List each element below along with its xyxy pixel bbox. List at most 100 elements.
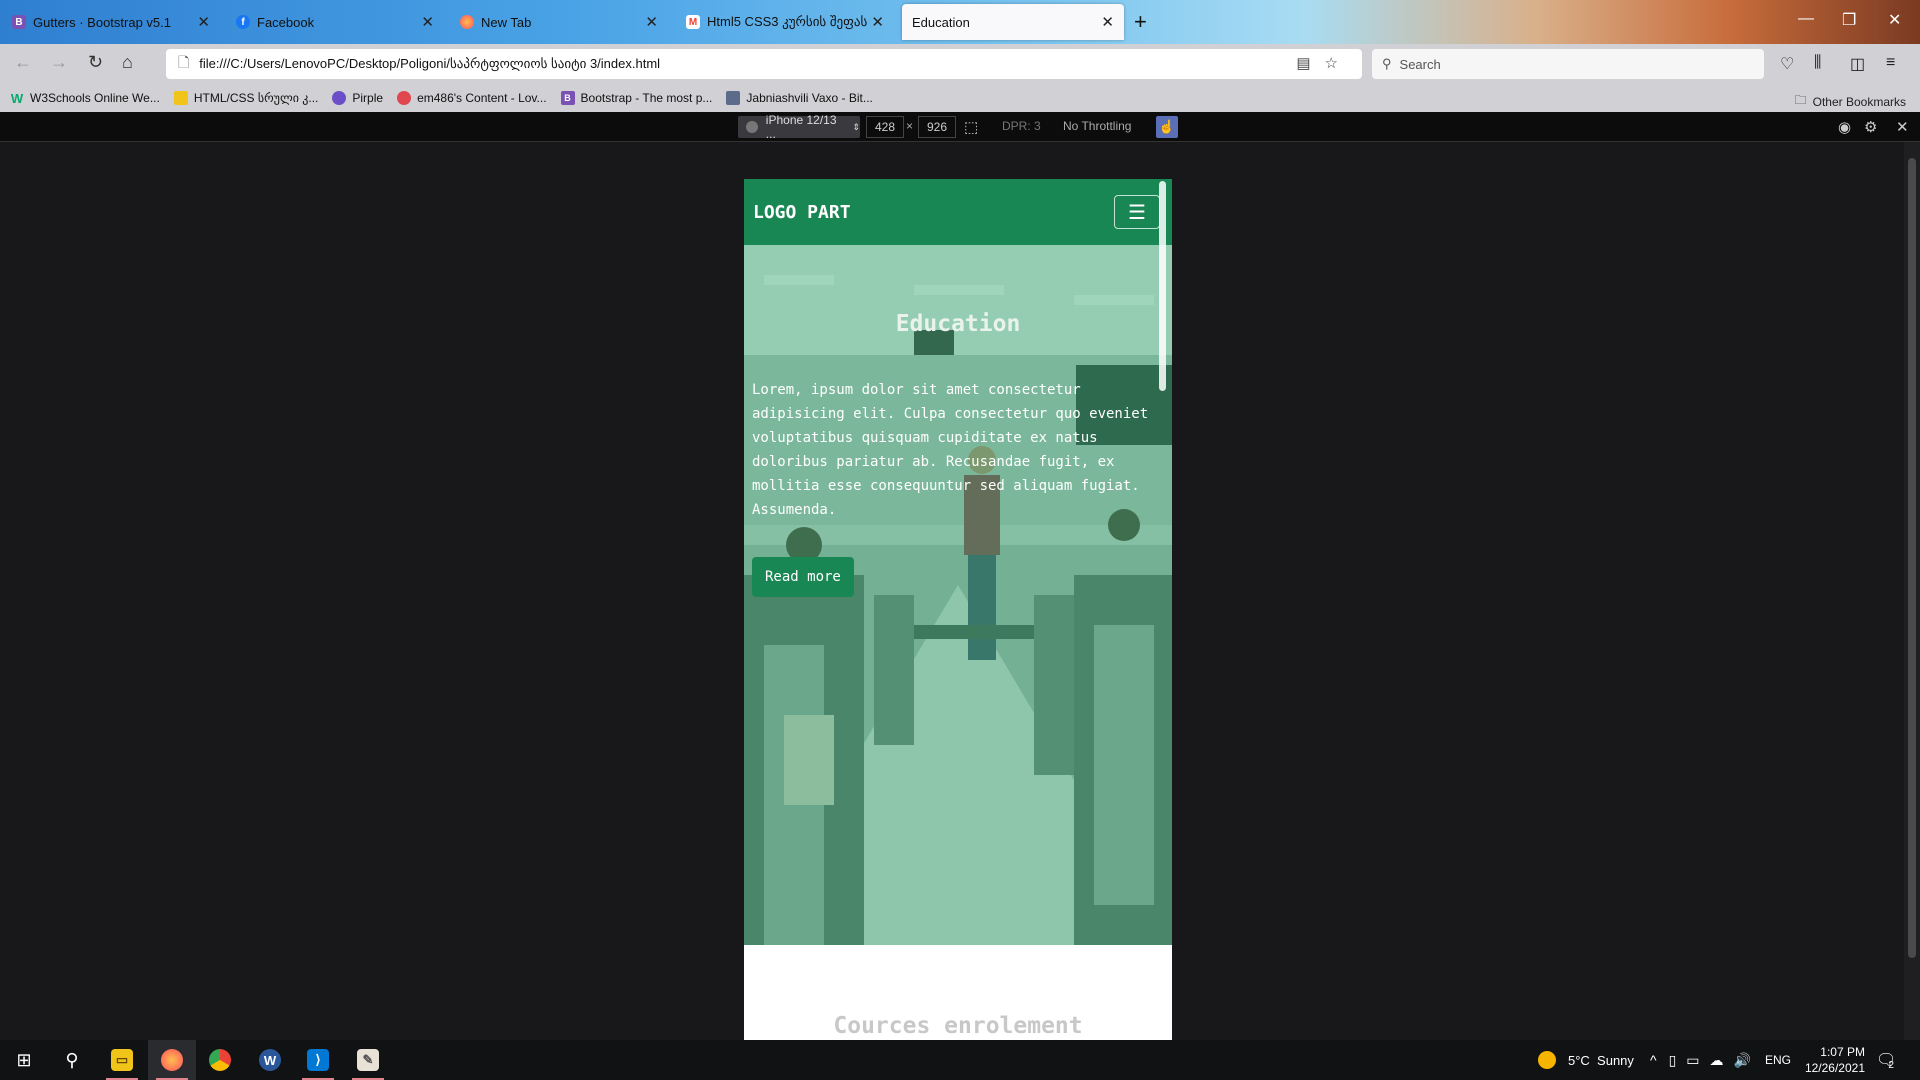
weather-widget[interactable]: 5°C Sunny	[1538, 1040, 1634, 1080]
screenshot-icon[interactable]: ◉	[1838, 118, 1851, 136]
device-viewport: LOGO PART ☰ Education Lorem, ipsum dolor…	[744, 179, 1172, 1040]
firefox-icon[interactable]	[148, 1040, 196, 1080]
bookmark-bootstrap[interactable]: B Bootstrap - The most p...	[560, 91, 713, 105]
clock-time: 1:07 PM	[1820, 1045, 1865, 1059]
bookmark-label: Jabniashvili Vaxo - Bit...	[746, 91, 873, 105]
windows-start-icon[interactable]: ⊞	[0, 1040, 48, 1080]
minimize-icon[interactable]: —	[1798, 10, 1814, 28]
viewport-height-input[interactable]: 926	[918, 116, 956, 138]
tab-facebook[interactable]: f Facebook ✕	[226, 4, 444, 40]
bookmark-star-icon[interactable]: ☆	[1325, 55, 1352, 72]
system-tray: ^ ▯ ▭ ☁ 🔊 ENG	[1650, 1040, 1791, 1080]
close-tab-icon[interactable]: ✕	[421, 13, 434, 31]
bookmark-jabniashvili[interactable]: Jabniashvili Vaxo - Bit...	[726, 91, 873, 105]
pocket-icon[interactable]: ♡	[1780, 54, 1794, 74]
tab-title: Facebook	[257, 14, 315, 30]
settings-gear-icon[interactable]: ⚙	[1864, 118, 1877, 136]
bookmark-pirple[interactable]: Pirple	[332, 91, 383, 105]
onedrive-icon[interactable]: ☁	[1710, 1052, 1724, 1069]
search-placeholder: Search	[1399, 56, 1441, 72]
page-scrollbar[interactable]	[1904, 142, 1920, 1040]
tab-gmail[interactable]: M Html5 CSS3 კურსის შეფასება ✕	[676, 4, 894, 40]
forward-icon[interactable]: →	[50, 52, 68, 73]
em486-icon	[397, 91, 412, 105]
folder-icon: 🗀	[1794, 93, 1807, 107]
device-scrollbar-thumb[interactable]	[1159, 181, 1166, 391]
bookmark-html-css[interactable]: HTML/CSS სრული კ...	[173, 91, 319, 105]
network-icon[interactable]: ▭	[1686, 1052, 1699, 1069]
folder-icon	[173, 91, 188, 105]
site-logo[interactable]: LOGO PART	[753, 202, 851, 223]
viewport-width-input[interactable]: 428	[866, 116, 904, 138]
tab-new-tab[interactable]: New Tab ✕	[450, 4, 668, 40]
courses-section: Cources enrolement	[744, 945, 1172, 1040]
site-navbar: LOGO PART ☰	[744, 179, 1172, 245]
search-input[interactable]: ⚲ Search	[1372, 49, 1764, 79]
close-tab-icon[interactable]: ✕	[871, 13, 884, 31]
chevron-down-icon: ⇕	[852, 121, 860, 132]
close-tab-icon[interactable]: ✕	[197, 13, 210, 31]
clock[interactable]: 1:07 PM 12/26/2021	[1805, 1044, 1865, 1076]
page-icon	[726, 91, 741, 105]
menu-icon[interactable]: ≡	[1886, 54, 1895, 72]
close-rdm-icon[interactable]: ✕	[1896, 118, 1909, 136]
device-icon[interactable]: ▯	[1669, 1052, 1677, 1069]
firefox-favicon-icon	[460, 15, 474, 29]
close-tab-icon[interactable]: ✕	[1101, 13, 1114, 31]
pirple-icon	[332, 91, 347, 105]
language-indicator[interactable]: ENG	[1765, 1053, 1791, 1067]
chrome-icon[interactable]	[196, 1040, 244, 1080]
chevron-up-icon[interactable]: ^	[1650, 1052, 1657, 1068]
courses-title: Cources enrolement	[833, 1013, 1083, 1039]
tab-title: New Tab	[481, 14, 532, 30]
bootstrap-icon: B	[560, 91, 575, 105]
windows-taskbar: ⊞ ⚲ ▭ W ⟩ ✎ 5°C Sunny ^ ▯ ▭ ☁ 🔊 ENG 1:07…	[0, 1040, 1920, 1080]
rotate-icon[interactable]: ⬚	[964, 118, 978, 136]
bootstrap-favicon-icon: B	[12, 15, 26, 29]
page-info-icon[interactable]: 🗋	[178, 52, 189, 76]
file-explorer-icon[interactable]: ▭	[98, 1040, 146, 1080]
close-tab-icon[interactable]: ✕	[645, 13, 658, 31]
clock-date: 12/26/2021	[1804, 1061, 1865, 1075]
gmail-favicon-icon: M	[686, 15, 700, 29]
other-bookmarks-label: Other Bookmarks	[1812, 94, 1906, 109]
bookmark-label: Pirple	[352, 91, 384, 105]
hamburger-menu-icon[interactable]: ☰	[1114, 195, 1160, 229]
reload-icon[interactable]: ↻	[88, 52, 103, 73]
url-text[interactable]: file:///C:/Users/LenovoPC/Desktop/Poligo…	[199, 56, 660, 72]
new-tab-button[interactable]: +	[1134, 9, 1147, 35]
throttling-selector[interactable]: No Throttling	[1063, 119, 1131, 133]
bookmark-label: HTML/CSS სრული კ...	[193, 91, 319, 105]
other-bookmarks[interactable]: 🗀 Other Bookmarks	[1795, 91, 1906, 112]
scrollbar-thumb[interactable]	[1908, 158, 1916, 958]
vscode-icon[interactable]: ⟩	[294, 1040, 342, 1080]
dpr-selector[interactable]: DPR: 3	[1002, 119, 1041, 133]
device-selector[interactable]: iPhone 12/13 ... ⇕	[738, 113, 860, 141]
word-icon[interactable]: W	[246, 1040, 294, 1080]
bookmark-label: Bootstrap - The most p...	[580, 91, 713, 105]
library-icon[interactable]: ⫼	[1814, 54, 1821, 72]
notification-count: 2	[1888, 1059, 1894, 1071]
tab-education[interactable]: Education ✕	[902, 4, 1124, 40]
tab-gutters[interactable]: B Gutters · Bootstrap v5.1 ✕	[2, 4, 220, 40]
back-icon[interactable]: ←	[14, 52, 32, 73]
hero-title: Education	[895, 311, 1021, 337]
device-icon	[746, 121, 758, 133]
bookmark-label: em486's Content - Lov...	[417, 91, 547, 105]
bookmark-em486[interactable]: em486's Content - Lov...	[397, 91, 547, 105]
paint-icon[interactable]: ✎	[344, 1040, 392, 1080]
sun-icon	[1538, 1051, 1556, 1069]
sidebar-icon[interactable]: ◫	[1850, 54, 1865, 74]
volume-icon[interactable]: 🔊	[1734, 1052, 1751, 1069]
window-close-icon[interactable]: ✕	[1888, 10, 1901, 30]
bookmark-w3schools[interactable]: W W3Schools Online We...	[10, 91, 160, 106]
url-bar[interactable]: 🗋 file:///C:/Users/LenovoPC/Desktop/Poli…	[166, 49, 1362, 79]
touch-simulation-icon[interactable]: ☝	[1156, 116, 1178, 138]
home-icon[interactable]: ⌂	[122, 52, 133, 73]
notification-center[interactable]: 🗨 2	[1876, 1040, 1896, 1080]
tab-bar: B Gutters · Bootstrap v5.1 ✕ f Facebook …	[0, 0, 1920, 44]
reader-view-icon[interactable]: ▤	[1296, 55, 1324, 72]
search-icon[interactable]: ⚲	[48, 1040, 96, 1080]
restore-icon[interactable]: ❐	[1842, 10, 1856, 30]
read-more-button[interactable]: Read more	[752, 557, 854, 597]
